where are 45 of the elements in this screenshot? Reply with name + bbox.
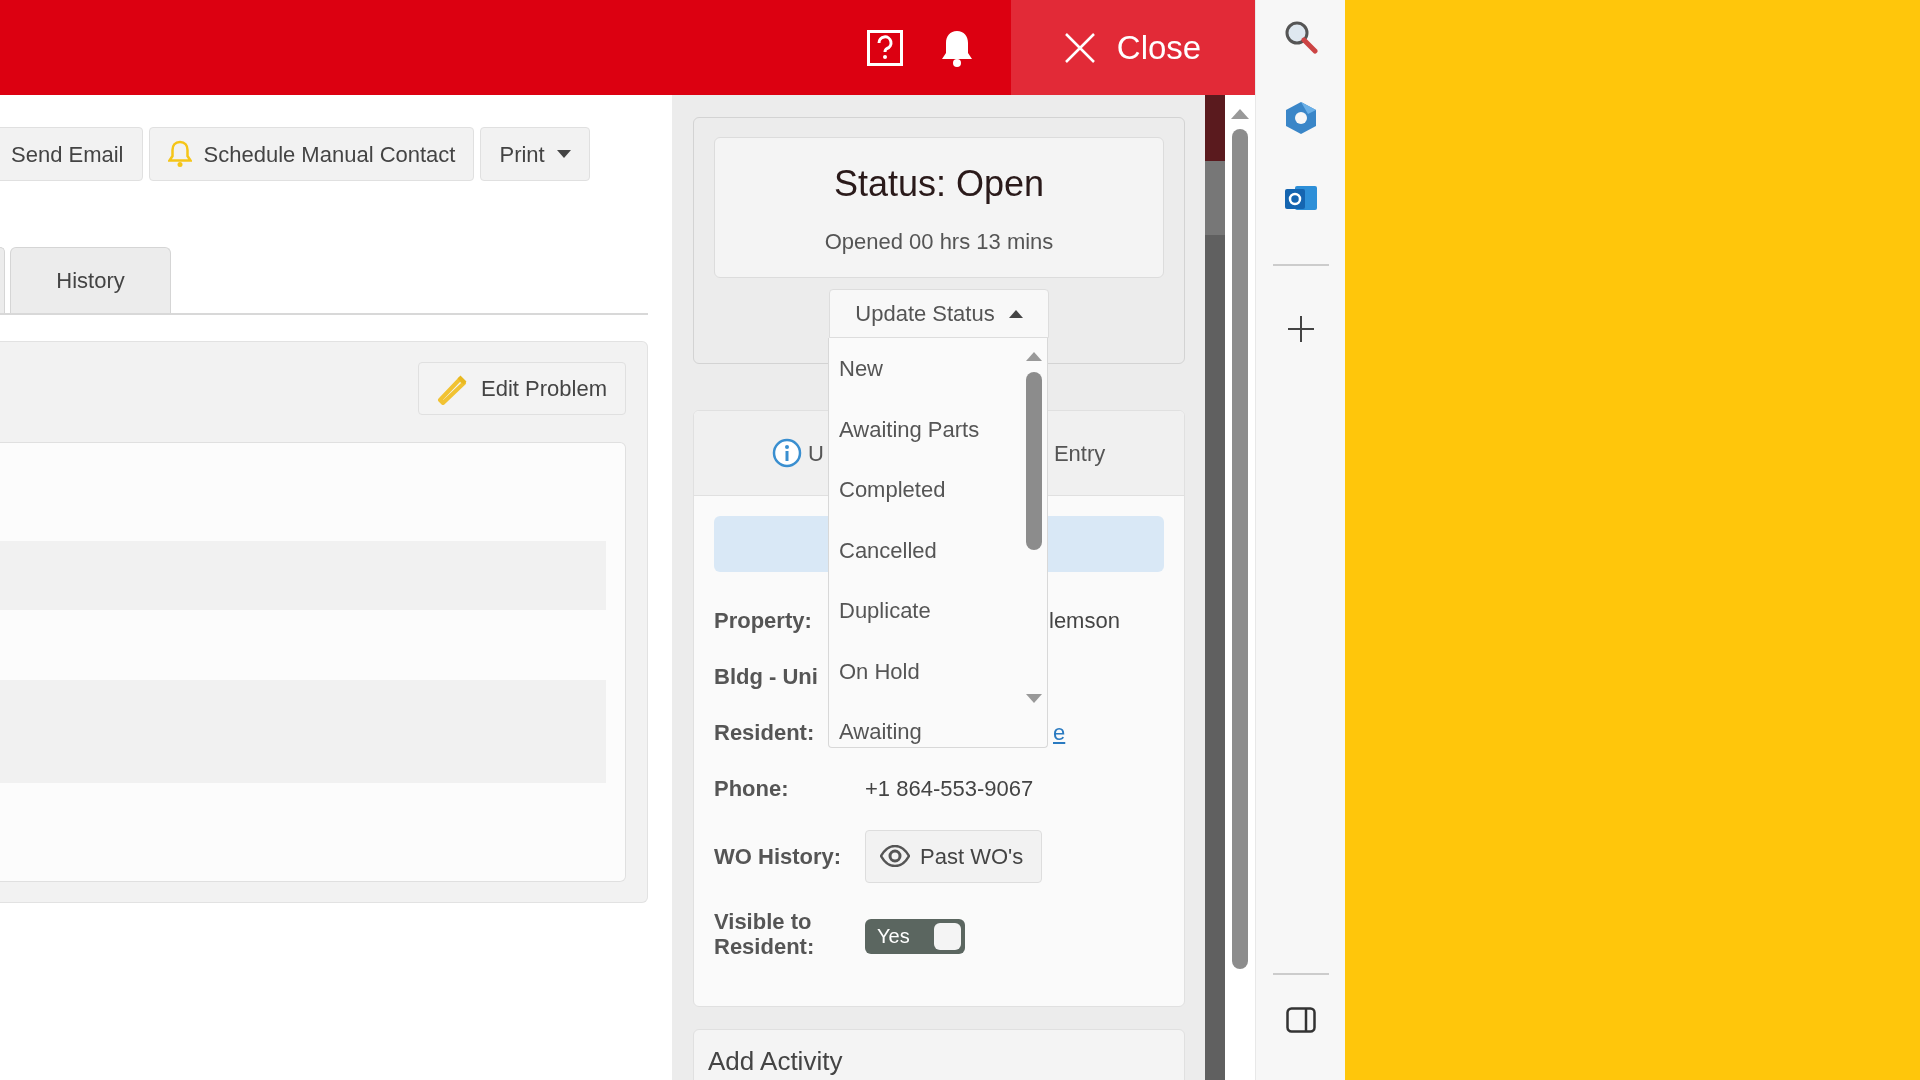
update-status-button[interactable]: Update Status bbox=[829, 289, 1049, 338]
scroll-thumb[interactable] bbox=[1026, 372, 1042, 550]
eye-icon bbox=[880, 845, 910, 867]
add-icon[interactable] bbox=[1287, 316, 1314, 342]
past-work-orders-button[interactable]: Past WO's bbox=[865, 829, 1043, 883]
menu-item[interactable]: New bbox=[829, 339, 1021, 400]
menu-item[interactable]: On Hold bbox=[829, 641, 1021, 702]
caret-icon bbox=[1008, 309, 1023, 318]
field-label: WO History: bbox=[714, 843, 842, 869]
schedule-contact-button[interactable]: Schedule Manual Contact bbox=[148, 127, 475, 181]
close-icon bbox=[1064, 32, 1095, 63]
menu-item[interactable]: Awaiting Parts bbox=[829, 399, 1021, 460]
scroll-thumb[interactable] bbox=[1232, 129, 1248, 969]
edit-problem-button[interactable]: Edit Problem bbox=[418, 362, 626, 415]
menu-item[interactable]: Completed bbox=[829, 460, 1021, 521]
info-icon bbox=[772, 438, 802, 468]
menu-item[interactable]: Duplicate bbox=[829, 581, 1021, 642]
scroll-up-icon[interactable] bbox=[1231, 109, 1249, 119]
menu-item[interactable]: Awaiting bbox=[829, 702, 1021, 747]
field-label: Phone: bbox=[714, 775, 789, 801]
bell-icon bbox=[167, 140, 192, 168]
send-email-button[interactable]: Send Email bbox=[0, 127, 143, 181]
field-label: Property: bbox=[714, 607, 812, 633]
tab-label[interactable]: U bbox=[808, 436, 824, 470]
side-panel-icon[interactable] bbox=[1285, 1007, 1316, 1033]
caret-icon bbox=[556, 150, 571, 158]
print-dropdown-button[interactable]: Print bbox=[480, 127, 590, 181]
add-activity-title: Add Activity bbox=[708, 1045, 844, 1078]
field-label: Bldg - Uni bbox=[714, 663, 818, 689]
resident-link[interactable]: e bbox=[1053, 715, 1066, 749]
scroll-up-icon[interactable] bbox=[1026, 352, 1042, 361]
help-icon[interactable] bbox=[867, 29, 903, 66]
status-duration: Opened 00 hrs 13 mins bbox=[824, 228, 1054, 256]
field-label: Resident: bbox=[714, 719, 815, 745]
visibility-toggle[interactable]: Yes bbox=[865, 918, 965, 954]
tab[interactable]: History bbox=[10, 247, 171, 313]
tab-label[interactable]: Entry bbox=[1053, 436, 1106, 470]
search-icon[interactable] bbox=[1283, 20, 1318, 54]
field-value: lemson bbox=[1049, 606, 1120, 635]
scroll-down-icon[interactable] bbox=[1026, 694, 1042, 703]
close-button[interactable]: Close bbox=[1011, 0, 1255, 95]
field-value: +1 864-553-9067 bbox=[865, 774, 1034, 803]
status-title: Status: Open bbox=[833, 162, 1045, 206]
field-label: Visible to Resident: bbox=[714, 908, 816, 960]
menu-item[interactable]: Cancelled bbox=[829, 520, 1021, 581]
